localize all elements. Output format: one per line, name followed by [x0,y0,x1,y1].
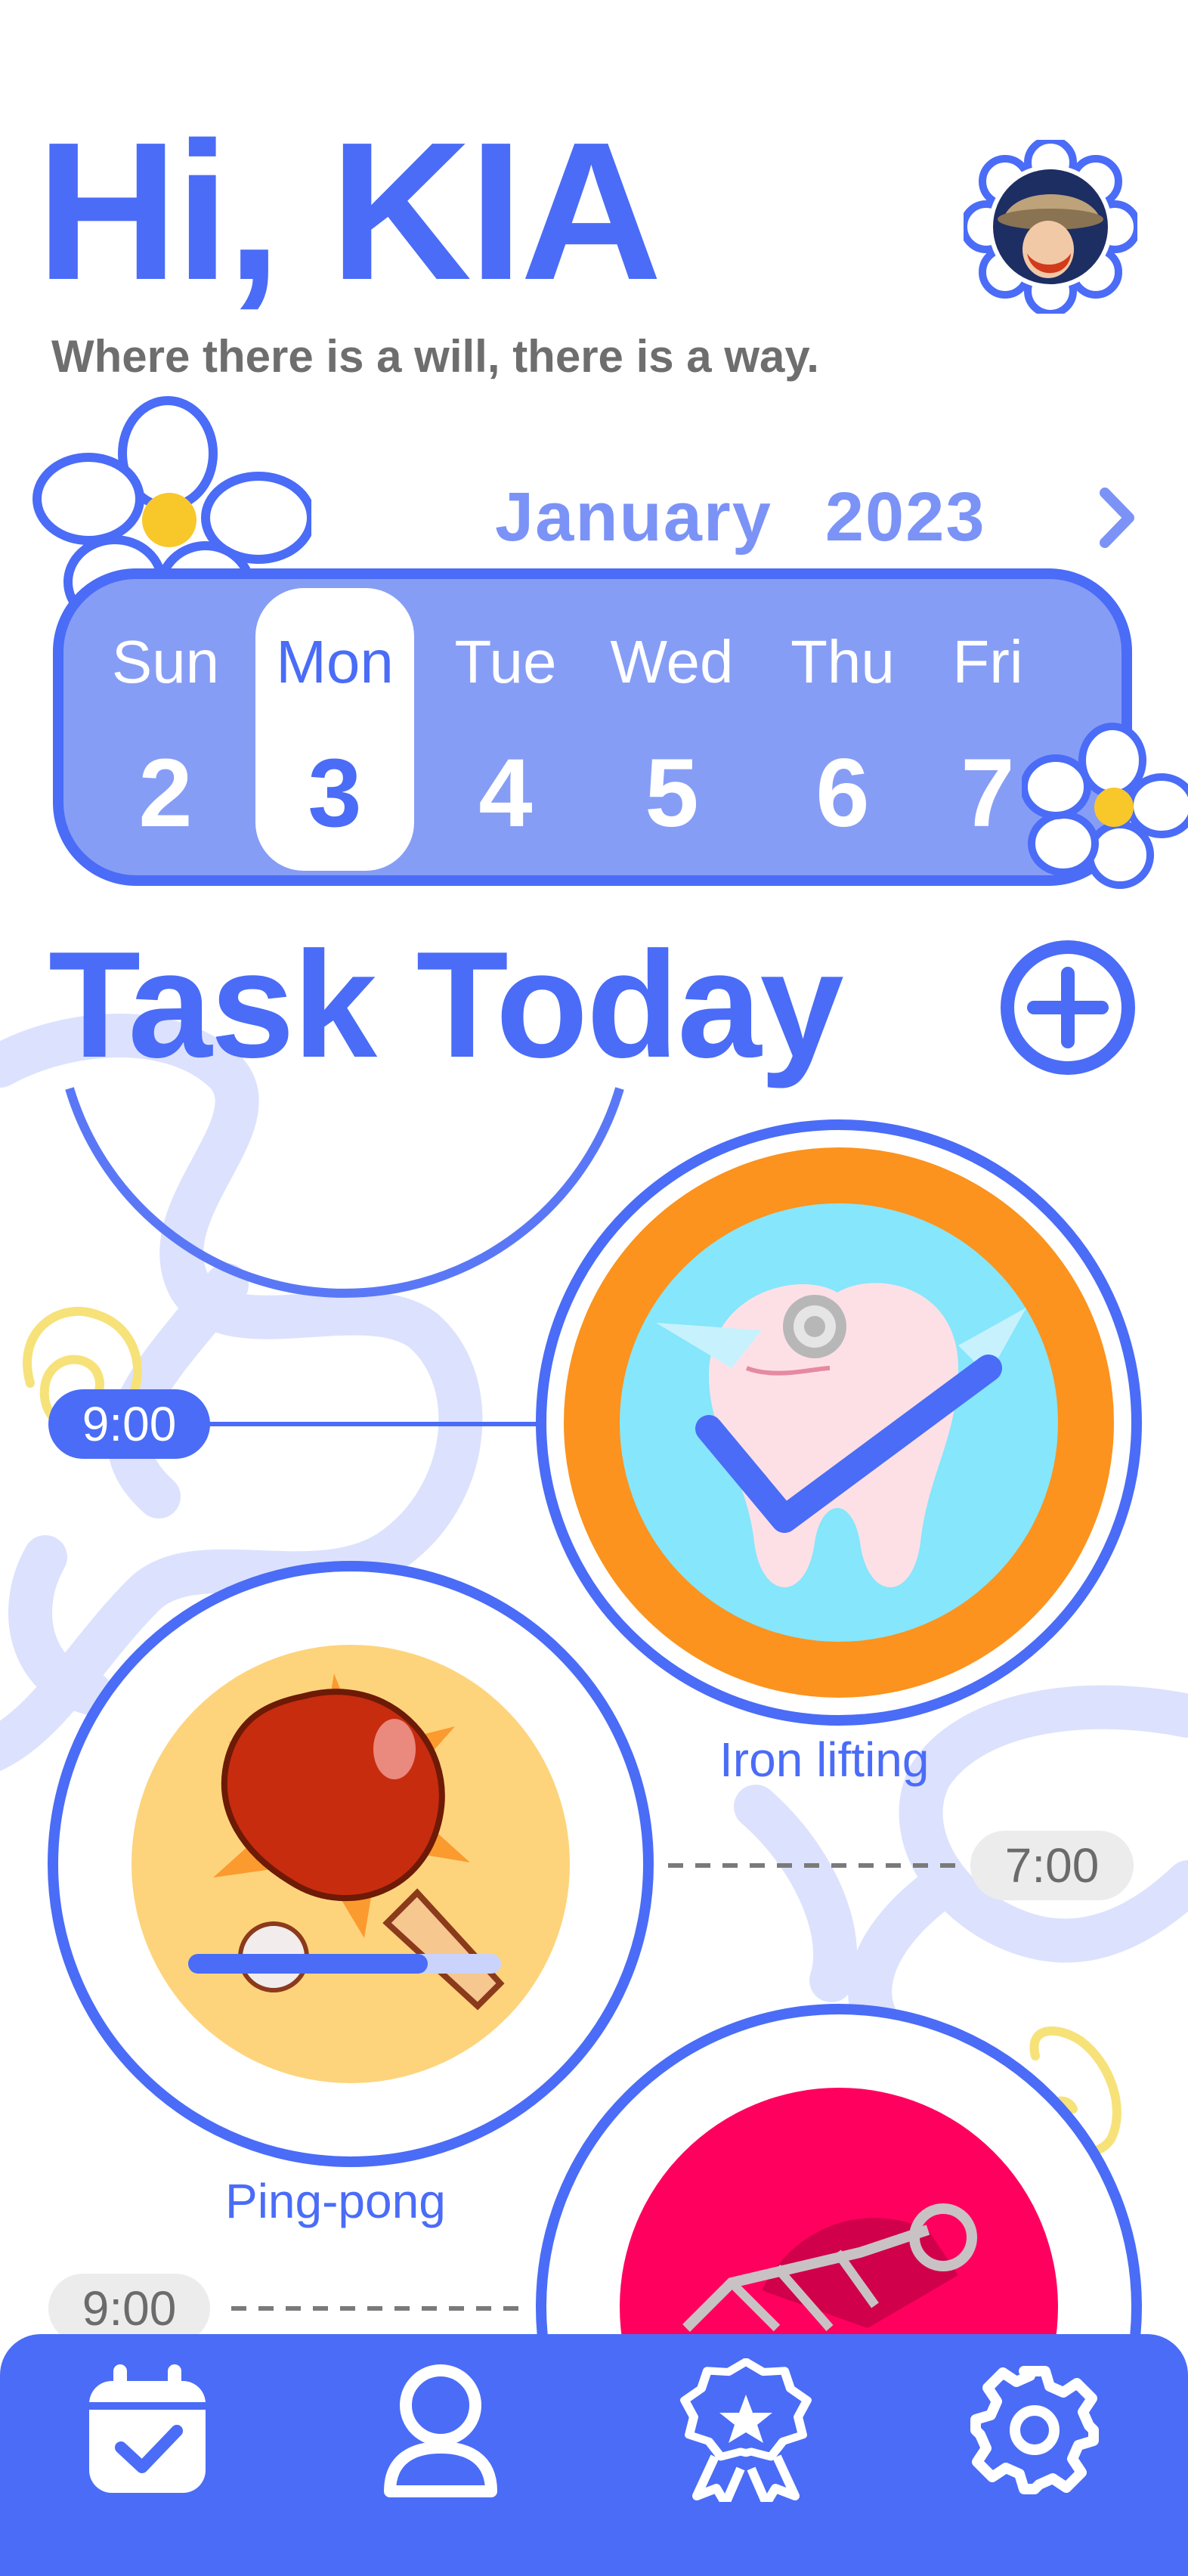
avatar[interactable] [964,140,1137,314]
day-name: Mon [276,628,394,695]
task-card-badminton[interactable] [535,2003,1143,2334]
task-time-badge: 9:00 [48,1389,210,1459]
day-name: Sun [111,628,220,695]
day-thu[interactable]: Thu 6 [763,579,922,875]
day-wed[interactable]: Wed 5 [592,579,751,875]
task-today-title: Task Today [48,921,844,1089]
day-name: Fri [952,628,1023,695]
day-sun[interactable]: Sun 2 [86,579,245,875]
day-date: 3 [308,739,362,847]
chevron-right-icon[interactable] [1094,484,1140,552]
task-time-badge: 9:00 [48,2274,210,2343]
day-tue[interactable]: Tue 4 [426,579,585,875]
task-time-badge: 7:00 [970,1831,1134,1900]
user-icon[interactable] [369,2358,512,2502]
day-mon-selected[interactable]: Mon 3 [255,588,414,871]
day-date: 2 [138,739,193,847]
greeting-title: Hi, KIA [36,102,662,321]
gear-icon[interactable] [963,2358,1106,2502]
day-name: Wed [610,628,734,695]
task-name-label: Ping-pong [225,2174,446,2228]
day-date: 4 [478,739,533,847]
day-date: 6 [815,739,870,847]
calendar-check-icon[interactable] [76,2358,219,2502]
motivational-quote: Where there is a will, there is a way. [51,331,819,382]
flower-decoration [1022,723,1188,889]
week-calendar: Sun 2 Mon 3 Tue 4 Wed 5 Thu 6 Fri 7 [53,568,1132,886]
award-badge-icon[interactable] [674,2358,818,2502]
plus-circle-icon[interactable] [998,937,1138,1078]
day-name: Thu [790,628,895,695]
month-year-label: January 2023 [495,482,986,552]
task-name-label: Iron lifting [719,1732,930,1787]
month-label: January [495,478,772,556]
day-name: Tue [454,628,557,695]
day-date: 5 [645,739,699,847]
year-label: 2023 [824,478,986,556]
